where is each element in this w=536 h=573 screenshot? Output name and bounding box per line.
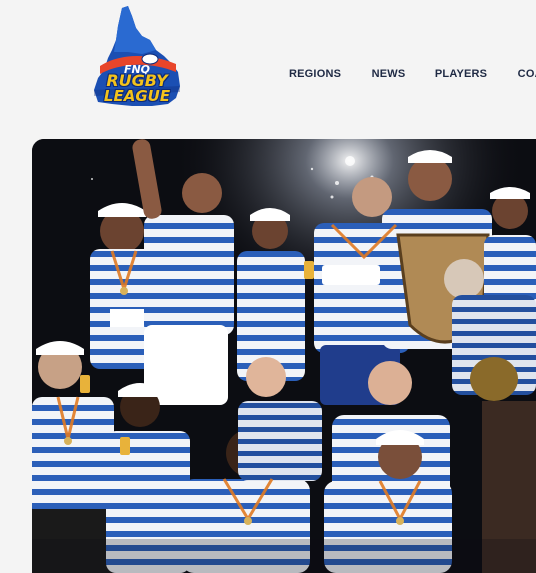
nav-item-players[interactable]: PLAYERS bbox=[435, 67, 487, 78]
nav-item-regions[interactable]: REGIONS bbox=[289, 67, 341, 78]
main-nav: REGIONS NEWS PLAYERS COACHES bbox=[289, 64, 536, 78]
hero-team-photo bbox=[32, 139, 536, 573]
site-header: FNQ RUGBY LEAGUE REGIONS NEWS PLAYERS CO… bbox=[0, 0, 536, 132]
fnq-rugby-league-logo[interactable]: FNQ RUGBY LEAGUE bbox=[92, 6, 182, 110]
nav-item-coaches[interactable]: COACHES bbox=[518, 67, 536, 78]
nav-item-news[interactable]: NEWS bbox=[372, 67, 406, 78]
logo-text-league: LEAGUE bbox=[103, 87, 171, 105]
team-celebration-photo bbox=[32, 139, 536, 573]
